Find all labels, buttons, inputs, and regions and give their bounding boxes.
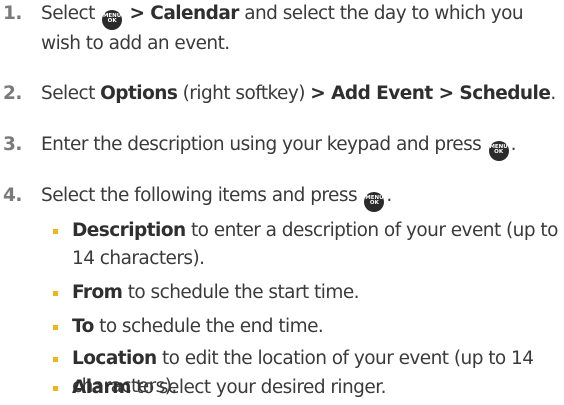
step-text-post: . (510, 134, 517, 155)
menu-ok-key-icon: MENU OK (102, 9, 123, 30)
step-text: Select MENU OK > Calendar and select the … (41, 0, 564, 58)
menu-key-label-bottom: OK (369, 200, 379, 206)
step-number: 1. (3, 3, 22, 24)
bullet-desc: to schedule the end time. (93, 316, 324, 337)
step-bold: > Calendar (129, 3, 239, 24)
bullet-text: Alarm to select your desired ringer. (72, 374, 558, 402)
bullet-square-icon (53, 291, 58, 296)
step-text: Select the following items and press MEN… (41, 182, 564, 212)
step-text-mid: (right softkey) (177, 83, 311, 104)
step-text-pre: Select the following items and press (41, 185, 363, 206)
bullet-bold: To (72, 316, 94, 337)
bullet-square-icon (53, 325, 58, 330)
step-text: Select Options (right softkey) > Add Eve… (41, 80, 564, 108)
bullet-desc: to schedule the start time. (122, 282, 360, 303)
bullet-square-icon (53, 357, 58, 362)
bullet-bold: Location (72, 348, 157, 369)
step-number: 2. (3, 83, 22, 104)
step-text-post: . (386, 185, 392, 206)
bullet-square-icon (53, 386, 58, 391)
bullet-bold: Alarm (72, 377, 131, 398)
step-bold-path: > Add Event > Schedule (310, 83, 551, 104)
bullet-desc: to select your desired ringer. (130, 377, 386, 398)
menu-key-label-bottom: OK (107, 18, 117, 24)
bullet-bold: From (72, 282, 123, 303)
bullet-text: From to schedule the start time. (72, 279, 558, 307)
menu-ok-key-icon: MENU OK (364, 191, 385, 212)
step-text-pre: Enter the description using your keypad … (41, 134, 487, 155)
step-text-pre: Select (41, 3, 101, 24)
instructions-page: 1. Select MENU OK > Calendar and select t… (0, 0, 564, 405)
step-text-pre: Select (41, 83, 101, 104)
bullet-text: Description to enter a description of yo… (72, 217, 558, 273)
step-bold-options: Options (100, 83, 178, 104)
step-number: 3. (3, 134, 22, 155)
step-text: Enter the description using your keypad … (41, 131, 564, 161)
bullet-bold: Description (72, 220, 186, 241)
menu-ok-key-icon: MENU OK (488, 140, 509, 161)
bullet-square-icon (53, 229, 58, 234)
step-number: 4. (3, 185, 22, 206)
menu-key-label-bottom: OK (494, 149, 504, 155)
step-text-post: . (550, 83, 556, 104)
bullet-text: To to schedule the end time. (72, 313, 558, 341)
